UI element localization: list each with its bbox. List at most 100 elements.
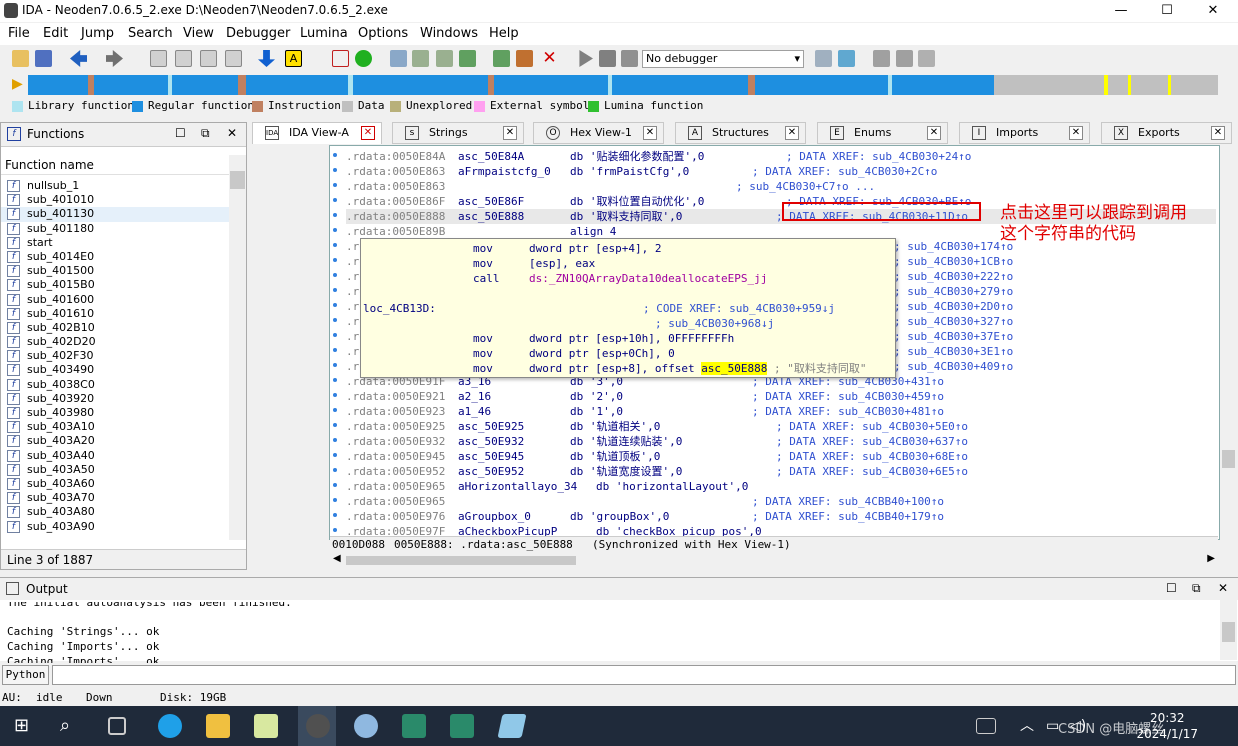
function-list-item[interactable]: f sub_403A90 xyxy=(1,520,229,534)
delete-icon[interactable]: ✕ xyxy=(541,50,558,67)
tools-icon[interactable] xyxy=(896,50,913,67)
print-icon[interactable] xyxy=(873,50,890,67)
menu-file[interactable]: File xyxy=(8,26,30,41)
menu-options[interactable]: Options xyxy=(358,26,408,41)
code-name[interactable]: aFrmpaistcfg_0 xyxy=(458,164,551,179)
panel-close-icon[interactable]: ✕ xyxy=(1218,581,1228,595)
open-icon[interactable] xyxy=(12,50,29,67)
run-icon[interactable] xyxy=(579,50,593,67)
close-button[interactable]: ✕ xyxy=(1190,0,1236,22)
menu-lumina[interactable]: Lumina xyxy=(300,26,348,41)
panel-restore-icon[interactable]: ☐ xyxy=(1166,581,1177,595)
windows-start-icon[interactable]: ⊞ xyxy=(14,714,38,738)
panel-restore-icon[interactable]: ☐ xyxy=(175,126,186,140)
patch-icon[interactable] xyxy=(516,50,533,67)
tab-enums[interactable]: E Enums ✕ xyxy=(817,122,948,144)
file-explorer-icon[interactable] xyxy=(206,714,230,738)
tab-ida-view-a[interactable]: IDA IDA View-A ✕ xyxy=(252,122,382,144)
menu-help[interactable]: Help xyxy=(489,26,519,41)
tab-hex-view-1[interactable]: O Hex View-1 ✕ xyxy=(533,122,664,144)
struct-icon[interactable] xyxy=(412,50,429,67)
graph-icon[interactable] xyxy=(459,50,476,67)
function-list-item[interactable]: f sub_4015B0 xyxy=(1,278,229,292)
edge-icon[interactable] xyxy=(158,714,182,738)
ascii-string-icon[interactable]: A xyxy=(285,50,302,67)
function-list-item[interactable]: f sub_403490 xyxy=(1,363,229,377)
settings-icon[interactable] xyxy=(918,50,935,67)
save-icon[interactable] xyxy=(35,50,52,67)
tab-close-icon[interactable]: ✕ xyxy=(927,126,941,140)
function-list-item[interactable]: f sub_403A80 xyxy=(1,505,229,519)
scroll-left-icon[interactable]: ◀ xyxy=(333,553,341,564)
code-line[interactable]: .rdata:0050E952 asc_50E952 db '轨道宽度设置',0 ; … xyxy=(346,464,1216,479)
code-line[interactable]: .rdata:0050E863 aFrmpaistcfg_0 db 'frmPais… xyxy=(346,164,1216,179)
function-list-item[interactable]: f sub_401610 xyxy=(1,307,229,321)
function-list-item[interactable]: f sub_403A10 xyxy=(1,420,229,434)
function-list-item[interactable]: f start xyxy=(1,236,229,250)
code-line[interactable]: .rdata:0050E84A asc_50E84A db '贴装细化参数配置',0… xyxy=(346,149,1216,164)
code-line[interactable]: .rdata:0050E976 aGroupbox_0 db 'groupBox',… xyxy=(346,509,1216,524)
app-window-icon[interactable] xyxy=(402,714,426,738)
function-list-item[interactable]: f sub_4014E0 xyxy=(1,250,229,264)
tab-structures[interactable]: A Structures ✕ xyxy=(675,122,806,144)
search-icon[interactable]: ⌕ xyxy=(60,714,84,738)
function-list-item[interactable]: f sub_403A70 xyxy=(1,491,229,505)
tab-close-icon[interactable]: ✕ xyxy=(785,126,799,140)
menu-jump[interactable]: Jump xyxy=(81,26,114,41)
panel-float-icon[interactable]: ⧉ xyxy=(1192,581,1201,596)
tab-strings[interactable]: s Strings ✕ xyxy=(392,122,524,144)
code-line[interactable]: .rdata:0050E945 asc_50E945 db '轨道顶板',0 ; DA… xyxy=(346,449,1216,464)
undefine-icon[interactable] xyxy=(200,50,217,67)
code-line[interactable]: .rdata:0050E921 a2_16 db '2',0 ; DATA XREF:… xyxy=(346,389,1216,404)
app-window-icon-2[interactable] xyxy=(450,714,474,738)
notepad-icon[interactable] xyxy=(254,714,278,738)
output-scrollbar[interactable] xyxy=(1220,600,1237,660)
function-list-item[interactable]: f sub_403980 xyxy=(1,406,229,420)
menu-search[interactable]: Search xyxy=(128,26,173,41)
xref-icon[interactable] xyxy=(436,50,453,67)
stop-icon[interactable] xyxy=(332,50,349,67)
panel-float-icon[interactable]: ⧉ xyxy=(201,126,210,141)
function-list-item[interactable]: f sub_403A20 xyxy=(1,434,229,448)
app-icon[interactable] xyxy=(497,714,527,738)
menu-windows[interactable]: Windows xyxy=(420,26,478,41)
segment-icon[interactable] xyxy=(390,50,407,67)
chevron-up-icon[interactable]: ︿ xyxy=(1020,714,1044,738)
code-horizontal-scrollbar[interactable]: ◀ ▶ xyxy=(330,553,1218,568)
paint-icon[interactable] xyxy=(354,714,378,738)
function-list-item[interactable]: f sub_401010 xyxy=(1,193,229,207)
tab-close-icon[interactable]: ✕ xyxy=(1069,126,1083,140)
code-vertical-scrollbar[interactable] xyxy=(1220,145,1237,555)
code-name[interactable]: asc_50E86F xyxy=(458,194,524,209)
function-list-item[interactable]: f sub_403A40 xyxy=(1,449,229,463)
navigation-band[interactable] xyxy=(28,75,1218,95)
function-name-column-header[interactable]: Function name xyxy=(1,155,229,175)
hint-label[interactable]: loc_4CB13D: xyxy=(363,301,436,316)
code-line[interactable]: .rdata:0050E923 a1_46 db '1',0 ; DATA XREF:… xyxy=(346,404,1216,419)
menu-debugger[interactable]: Debugger xyxy=(226,26,290,41)
tab-close-icon[interactable]: ✕ xyxy=(1211,126,1225,140)
down-arrow-icon[interactable] xyxy=(258,50,275,67)
menu-edit[interactable]: Edit xyxy=(43,26,68,41)
attach-icon[interactable] xyxy=(815,50,832,67)
code-line[interactable]: .rdata:0050E965 ; DATA XREF: sub_4CBB40+1… xyxy=(346,494,1216,509)
code-name[interactable]: asc_50E932 xyxy=(458,434,524,449)
code-name[interactable]: aHorizontallayo_34 xyxy=(458,479,577,494)
scroll-right-icon[interactable]: ▶ xyxy=(1207,553,1215,564)
maximize-button[interactable]: ☐ xyxy=(1144,0,1190,22)
code-line[interactable]: .rdata:0050E863 ; sub_4CB030+C7↑o ... xyxy=(346,179,1216,194)
function-list-item[interactable]: f sub_403920 xyxy=(1,392,229,406)
tab-exports[interactable]: X Exports ✕ xyxy=(1101,122,1232,144)
function-list-item[interactable]: f sub_402F30 xyxy=(1,349,229,363)
go-icon[interactable] xyxy=(355,50,372,67)
function-list-item[interactable]: f sub_401600 xyxy=(1,293,229,307)
tab-close-icon[interactable]: ✕ xyxy=(643,126,657,140)
pause-icon[interactable] xyxy=(599,50,616,67)
function-list-scrollbar[interactable] xyxy=(229,155,246,540)
function-list-item[interactable]: f sub_401180 xyxy=(1,222,229,236)
keyboard-icon[interactable] xyxy=(976,718,996,734)
code-line[interactable]: .rdata:0050E932 asc_50E932 db '轨道连续贴装',0 ; … xyxy=(346,434,1216,449)
plugin-icon[interactable] xyxy=(493,50,510,67)
tab-close-icon[interactable]: ✕ xyxy=(503,126,517,140)
python-button[interactable]: Python xyxy=(2,665,49,685)
